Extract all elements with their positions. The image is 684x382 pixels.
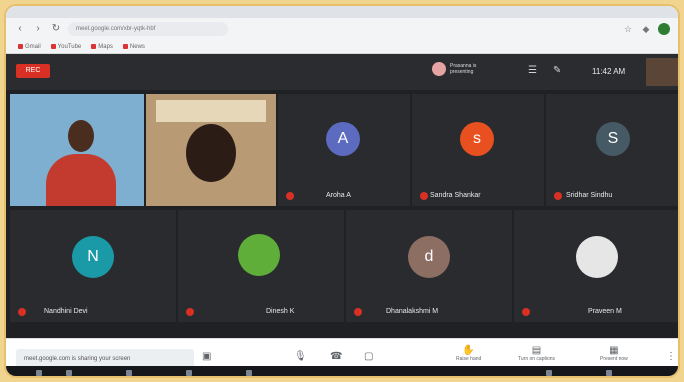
camera-icon[interactable]: ▢ xyxy=(364,351,373,362)
address-bar[interactable]: meet.google.com/xbr-yqtk-hbf xyxy=(68,22,228,36)
bookmarks-bar: Gmail YouTube Maps News xyxy=(6,40,678,54)
raise-hand-label: Raise hand xyxy=(456,356,482,362)
raise-hand-button[interactable]: ✋ Raise hand xyxy=(456,345,481,362)
profile-image xyxy=(576,236,618,278)
extensions-icon[interactable]: ◆ xyxy=(640,23,652,35)
participant-video-tile[interactable] xyxy=(146,94,276,206)
profile-image xyxy=(238,234,280,276)
mic-off-icon xyxy=(554,192,562,200)
mic-off-icon xyxy=(18,308,26,316)
participant-name: Dinesh K xyxy=(266,308,295,315)
browser-toolbar: ‹ › ↻ meet.google.com/xbr-yqtk-hbf ☆ ◆ xyxy=(6,18,678,40)
captions-button[interactable]: ▤ Turn on captions xyxy=(518,345,555,362)
chat-icon[interactable]: ✎ xyxy=(553,65,561,76)
recording-badge: REC xyxy=(16,64,50,78)
presenter-label: Prasanna is presenting xyxy=(450,63,477,75)
tab-bar xyxy=(6,6,678,18)
reload-icon[interactable]: ↻ xyxy=(50,23,62,35)
participant-tile[interactable]: A Aroha A xyxy=(278,94,410,206)
participant-name: Nandhini Devi xyxy=(44,308,88,315)
participant-name: Dhanalakshmi M xyxy=(386,308,439,315)
people-icon[interactable]: ☰ xyxy=(528,65,537,76)
present-label: Present now xyxy=(600,356,628,362)
meeting-header: REC Prasanna is presenting ☰ ✎ 11:42 AM xyxy=(6,54,678,90)
app-icon[interactable] xyxy=(246,370,252,376)
os-taskbar xyxy=(6,366,678,376)
top-icons: ☰ ✎ xyxy=(528,65,561,76)
participant-avatar: s xyxy=(460,122,494,156)
mic-off-icon xyxy=(522,308,530,316)
more-options-icon[interactable]: ⋮ xyxy=(666,351,676,362)
participant-avatar: A xyxy=(326,122,360,156)
mic-off-icon xyxy=(286,192,294,200)
mic-off-icon xyxy=(354,308,362,316)
participant-tile[interactable]: Dinesh K xyxy=(178,210,344,322)
participant-face xyxy=(68,120,94,152)
profile-avatar[interactable] xyxy=(658,23,670,35)
hand-icon: ✋ xyxy=(462,345,475,356)
tray-icon[interactable] xyxy=(546,370,552,376)
participant-body xyxy=(46,154,116,206)
present-button[interactable]: ▦ Present now xyxy=(600,345,628,362)
browser-window: ‹ › ↻ meet.google.com/xbr-yqtk-hbf ☆ ◆ G… xyxy=(4,4,680,378)
participant-tile[interactable]: d Dhanalakshmi M xyxy=(346,210,512,322)
back-icon[interactable]: ‹ xyxy=(14,23,26,35)
app-icon[interactable] xyxy=(186,370,192,376)
search-icon[interactable] xyxy=(66,370,72,376)
forward-icon[interactable]: › xyxy=(32,23,44,35)
bookmark-item[interactable]: News xyxy=(122,44,145,50)
participant-face xyxy=(186,124,236,182)
captions-label: Turn on captions xyxy=(518,356,556,362)
participant-name: Sridhar Sindhu xyxy=(566,192,613,199)
participant-name: Praveen M xyxy=(588,308,622,315)
bookmark-item[interactable]: Maps xyxy=(91,44,113,50)
bookshelf xyxy=(156,100,266,122)
mic-off-icon xyxy=(420,192,428,200)
start-icon[interactable] xyxy=(36,370,42,376)
presenter-avatar xyxy=(432,62,446,76)
participant-tile[interactable]: N Nandhini Devi xyxy=(10,210,176,322)
participant-avatar: N xyxy=(72,236,114,278)
participant-avatar: d xyxy=(408,236,450,278)
bookmark-item[interactable]: YouTube xyxy=(50,44,81,50)
participant-tile[interactable]: Praveen M xyxy=(514,210,678,322)
mic-icon[interactable]: 🎙 xyxy=(294,351,307,362)
present-icon: ▦ xyxy=(609,345,619,356)
meeting-area: REC Prasanna is presenting ☰ ✎ 11:42 AM xyxy=(6,54,678,376)
participant-grid: A Aroha A s Sandra Shankar S Sridhar Sin… xyxy=(6,90,678,336)
participant-video-tile[interactable] xyxy=(10,94,144,206)
participant-name: Aroha A xyxy=(326,192,351,199)
participant-tile[interactable]: S Sridhar Sindhu xyxy=(546,94,678,206)
bookmark-item[interactable]: Gmail xyxy=(18,44,41,50)
shield-icon[interactable]: ▣ xyxy=(202,351,211,362)
participant-name: Sandra Shankar xyxy=(430,192,481,199)
mic-off-icon xyxy=(186,308,194,316)
participant-avatar: S xyxy=(596,122,630,156)
participant-tile[interactable]: s Sandra Shankar xyxy=(412,94,544,206)
star-icon[interactable]: ☆ xyxy=(622,23,634,35)
hangup-icon[interactable]: ☎ xyxy=(330,351,342,362)
self-view-thumbnail[interactable] xyxy=(646,58,678,86)
meeting-clock: 11:42 AM xyxy=(592,67,626,76)
app-icon[interactable] xyxy=(126,370,132,376)
presenter-indicator[interactable]: Prasanna is presenting xyxy=(432,62,484,76)
tray-icon[interactable] xyxy=(606,370,612,376)
captions-icon: ▤ xyxy=(531,345,542,356)
